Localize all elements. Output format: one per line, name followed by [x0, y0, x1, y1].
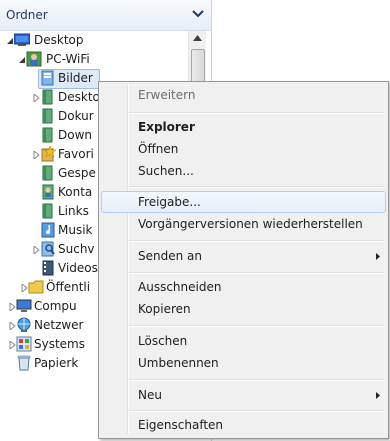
tree-item-label: Musik [58, 223, 93, 237]
nav-header[interactable]: Ordner [0, 0, 211, 31]
menu-item-label: Suchen... [138, 164, 194, 178]
submenu-arrow-icon [376, 392, 380, 399]
folder-icon [42, 127, 53, 143]
menu-item-label: Neu [138, 388, 162, 402]
control-panel-icon [16, 336, 32, 352]
computer-icon [16, 299, 32, 312]
tree-item-label: Öffentli [46, 280, 91, 294]
tree-item-dokumente[interactable]: Dokur [0, 107, 100, 126]
folder-icon [42, 89, 53, 105]
tree-item-label: Gespe [58, 166, 96, 180]
menu-separator [129, 379, 384, 381]
video-icon [42, 260, 54, 276]
menu-item-label: Vorgängerversionen wiederherstellen [138, 217, 363, 231]
folder-icon [42, 108, 53, 124]
folder-yellow-icon [28, 280, 44, 294]
tree-item-favoriten[interactable]: Favori [0, 145, 100, 164]
contacts-icon [42, 184, 54, 200]
folder-icon [42, 203, 53, 219]
menu-item-label: Ausschneiden [138, 280, 222, 294]
tree-item-kontakte[interactable]: Konta [0, 183, 100, 202]
menu-item-label: Löschen [138, 334, 188, 348]
menu-item-label: Explorer [138, 120, 195, 134]
tree-item-label: Konta [58, 185, 93, 199]
network-icon [17, 317, 31, 332]
nav-header-title: Ordner [6, 8, 48, 22]
favorites-icon [41, 146, 56, 162]
tree-item-label: Deskto [58, 90, 100, 104]
menu-separator [129, 410, 384, 412]
tree-item-label: Favori [58, 147, 94, 161]
tree-item-suchvorgaenge[interactable]: Suchv [0, 240, 100, 259]
collapsed-arrow-icon[interactable] [8, 341, 16, 349]
tree-item-papierkorb[interactable]: Papierk [0, 354, 100, 373]
tree-item-videos[interactable]: Videos [0, 259, 100, 278]
submenu-arrow-icon [376, 253, 380, 260]
menu-item-label: Öffnen [138, 142, 179, 156]
menu-item-umbenennen[interactable]: Umbenennen [101, 352, 386, 374]
menu-separator [129, 186, 384, 188]
tree-item-systemsteuerung[interactable]: Systems [0, 335, 100, 354]
tree-item-label: Dokur [58, 109, 94, 123]
search-folder-icon [41, 241, 55, 257]
menu-separator [129, 240, 384, 242]
tree-item-downloads[interactable]: Down [0, 126, 100, 145]
menu-separator [129, 325, 384, 327]
collapsed-arrow-icon[interactable] [32, 151, 40, 159]
menu-item-label: Freigabe... [138, 195, 201, 209]
menu-item-explorer[interactable]: Explorer [101, 116, 386, 138]
menu-item-ausschneiden[interactable]: Ausschneiden [101, 276, 386, 298]
tree-item-label: Links [58, 204, 89, 218]
tree-item-label: Compu [34, 299, 77, 313]
menu-separator [129, 112, 384, 114]
menu-item-loeschen[interactable]: Löschen [101, 330, 386, 352]
tree-item-links[interactable]: Links [0, 202, 100, 221]
menu-item-label: Umbenennen [138, 356, 219, 370]
tree-item-gespeicherte-spiele[interactable]: Gespe [0, 164, 100, 183]
menu-separator [129, 272, 384, 274]
menu-item-vorgaengerversionen[interactable]: Vorgängerversionen wiederherstellen [101, 213, 386, 235]
folder-icon [42, 165, 53, 181]
chevron-down-icon[interactable] [192, 9, 204, 19]
menu-item-senden-an[interactable]: Senden an [101, 245, 386, 267]
menu-item-erweitern[interactable]: Erweitern [101, 84, 386, 106]
menu-item-neu[interactable]: Neu [101, 384, 386, 406]
tree-clip: Deskto Dokur Down Favori Gespe Konta Lin… [0, 31, 100, 441]
music-icon [41, 222, 55, 238]
collapsed-arrow-icon[interactable] [20, 284, 28, 292]
menu-item-label: Senden an [138, 249, 202, 263]
menu-item-label: Eigenschaften [138, 418, 224, 432]
tree-item-computer[interactable]: Compu [0, 297, 100, 316]
recycle-bin-icon [17, 355, 31, 371]
tree-item-label: Down [58, 128, 93, 142]
collapsed-arrow-icon[interactable] [8, 303, 16, 311]
menu-item-eigenschaften[interactable]: Eigenschaften [101, 414, 386, 436]
tree-item-label: Netzwer [34, 318, 84, 332]
collapsed-arrow-icon[interactable] [32, 94, 40, 102]
tree-item-label: Papierk [34, 356, 79, 370]
menu-item-freigabe[interactable]: Freigabe... [101, 191, 386, 213]
menu-item-label: Erweitern [138, 88, 196, 102]
context-menu: Erweitern Explorer Öffnen Suchen... Frei… [98, 81, 389, 439]
menu-item-label: Kopieren [138, 302, 191, 316]
collapsed-arrow-icon[interactable] [32, 246, 40, 254]
tree-item-label: Videos [58, 261, 98, 275]
tree-item-desktop-sub[interactable]: Deskto [0, 88, 100, 107]
menu-item-kopieren[interactable]: Kopieren [101, 298, 386, 320]
tree-item-label: Suchv [58, 242, 95, 256]
tree-item-label: Systems [34, 337, 85, 351]
scroll-up-arrow-icon[interactable] [193, 35, 202, 41]
tree-item-netzwerk[interactable]: Netzwer [0, 316, 100, 335]
tree-item-oeffentlich[interactable]: Öffentli [0, 278, 100, 297]
menu-item-oeffnen[interactable]: Öffnen [101, 138, 386, 160]
tree-item-musik[interactable]: Musik [0, 221, 100, 240]
menu-item-suchen[interactable]: Suchen... [101, 160, 386, 182]
collapsed-arrow-icon[interactable] [8, 322, 16, 330]
